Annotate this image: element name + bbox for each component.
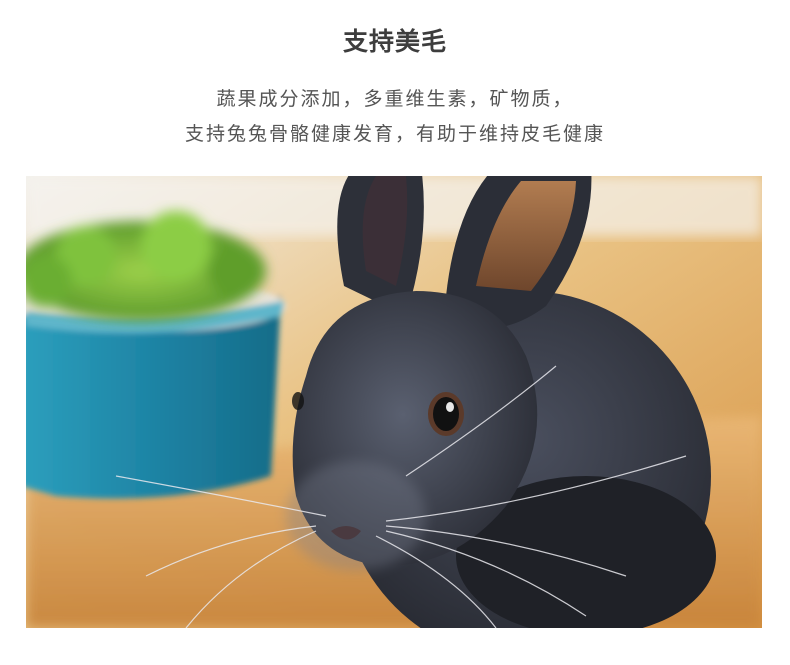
section-title: 支持美毛 [342,27,447,56]
rabbit-eye [428,392,464,436]
section-description: 蔬果成分添加，多重维生素，矿物质， 支持兔兔骨骼健康发育，有助于维持皮毛健康 [0,82,790,152]
description-line-2: 支持兔兔骨骼健康发育，有助于维持皮毛健康 [184,123,605,145]
description-line-1: 蔬果成分添加，多重维生素，矿物质， [216,88,574,110]
rabbit-photo [26,176,762,628]
